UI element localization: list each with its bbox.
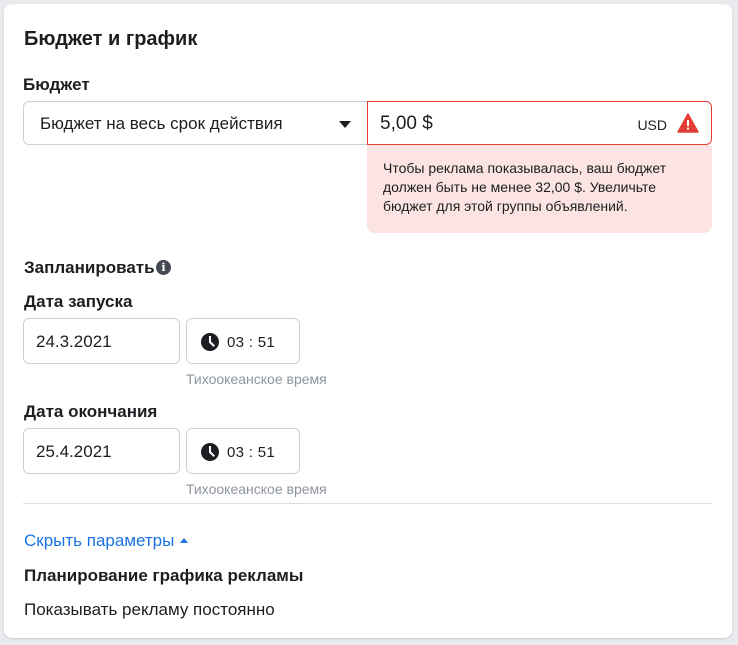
ad-scheduling-title: Планирование графика рекламы (24, 566, 304, 585)
caret-down-icon (339, 121, 351, 128)
start-time-separator: : (248, 334, 254, 351)
end-date-input[interactable]: 25.4.2021 (23, 428, 180, 474)
start-time-minutes[interactable]: 51 (258, 334, 275, 351)
hide-options-link[interactable]: Скрыть параметры (24, 531, 189, 551)
clock-icon (201, 443, 219, 461)
clock-icon (201, 333, 219, 351)
warning-icon (677, 113, 699, 133)
budget-error-message: Чтобы реклама показывалась, ваш бюджет д… (367, 145, 712, 233)
end-time-hours[interactable]: 03 (227, 444, 244, 461)
budget-type-select[interactable]: Бюджет на весь срок действия (23, 101, 367, 145)
start-timezone: Тихоокеанское время (186, 371, 327, 387)
end-time-input[interactable]: 03 : 51 (186, 428, 300, 474)
caret-up-icon (180, 538, 189, 543)
end-time-value: 03 : 51 (227, 444, 275, 461)
divider (23, 503, 712, 504)
budget-amount-input[interactable]: 5,00 $ USD (367, 101, 712, 145)
end-timezone: Тихоокеанское время (186, 481, 327, 497)
budget-label: Бюджет (23, 75, 90, 94)
start-time-value: 03 : 51 (227, 334, 275, 351)
budget-type-value: Бюджет на весь срок действия (40, 114, 283, 133)
ad-scheduling-value: Показывать рекламу постоянно (24, 600, 275, 619)
start-date-label: Дата запуска (24, 292, 133, 311)
start-time-input[interactable]: 03 : 51 (186, 318, 300, 364)
end-date-label: Дата окончания (24, 402, 158, 421)
budget-schedule-card: Бюджет и график Бюджет Бюджет на весь ср… (4, 4, 732, 638)
end-time-minutes[interactable]: 51 (258, 444, 275, 461)
start-date-input[interactable]: 24.3.2021 (23, 318, 180, 364)
start-time-hours[interactable]: 03 (227, 334, 244, 351)
currency-label: USD (637, 117, 667, 133)
end-date-value: 25.4.2021 (36, 442, 112, 461)
start-date-value: 24.3.2021 (36, 332, 112, 351)
budget-amount-value: 5,00 $ (380, 113, 433, 134)
info-icon[interactable]: i (156, 260, 171, 275)
section-title: Бюджет и график (24, 28, 198, 50)
hide-options-label: Скрыть параметры (24, 531, 175, 550)
end-time-separator: : (248, 444, 254, 461)
schedule-label: Запланировать (24, 258, 155, 277)
